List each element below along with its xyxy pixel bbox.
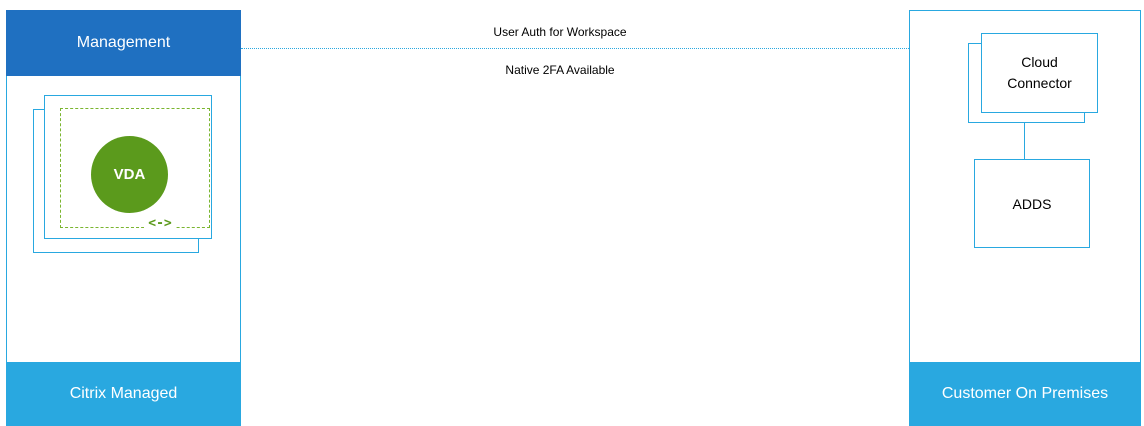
resize-arrows-icon: <-> [144,215,176,231]
cloud-connector-label-line2: Connector [1007,75,1072,91]
user-auth-connector-line [241,48,909,49]
cloud-connector-box: Cloud Connector [981,33,1098,113]
cloud-connector-label-line1: Cloud [1021,54,1058,70]
customer-on-premises-footer: Customer On Premises [909,362,1141,426]
vda-label: VDA [113,166,146,183]
management-header: Management [6,10,241,76]
adds-label: ADDS [1012,195,1052,212]
vda-node: VDA [91,136,168,213]
citrix-managed-footer: Citrix Managed [6,362,241,426]
connector-label-top: User Auth for Workspace [493,25,627,39]
adds-box: ADDS [974,159,1090,248]
connector-to-adds-line [1024,123,1025,159]
connector-label-bottom: Native 2FA Available [505,63,615,77]
